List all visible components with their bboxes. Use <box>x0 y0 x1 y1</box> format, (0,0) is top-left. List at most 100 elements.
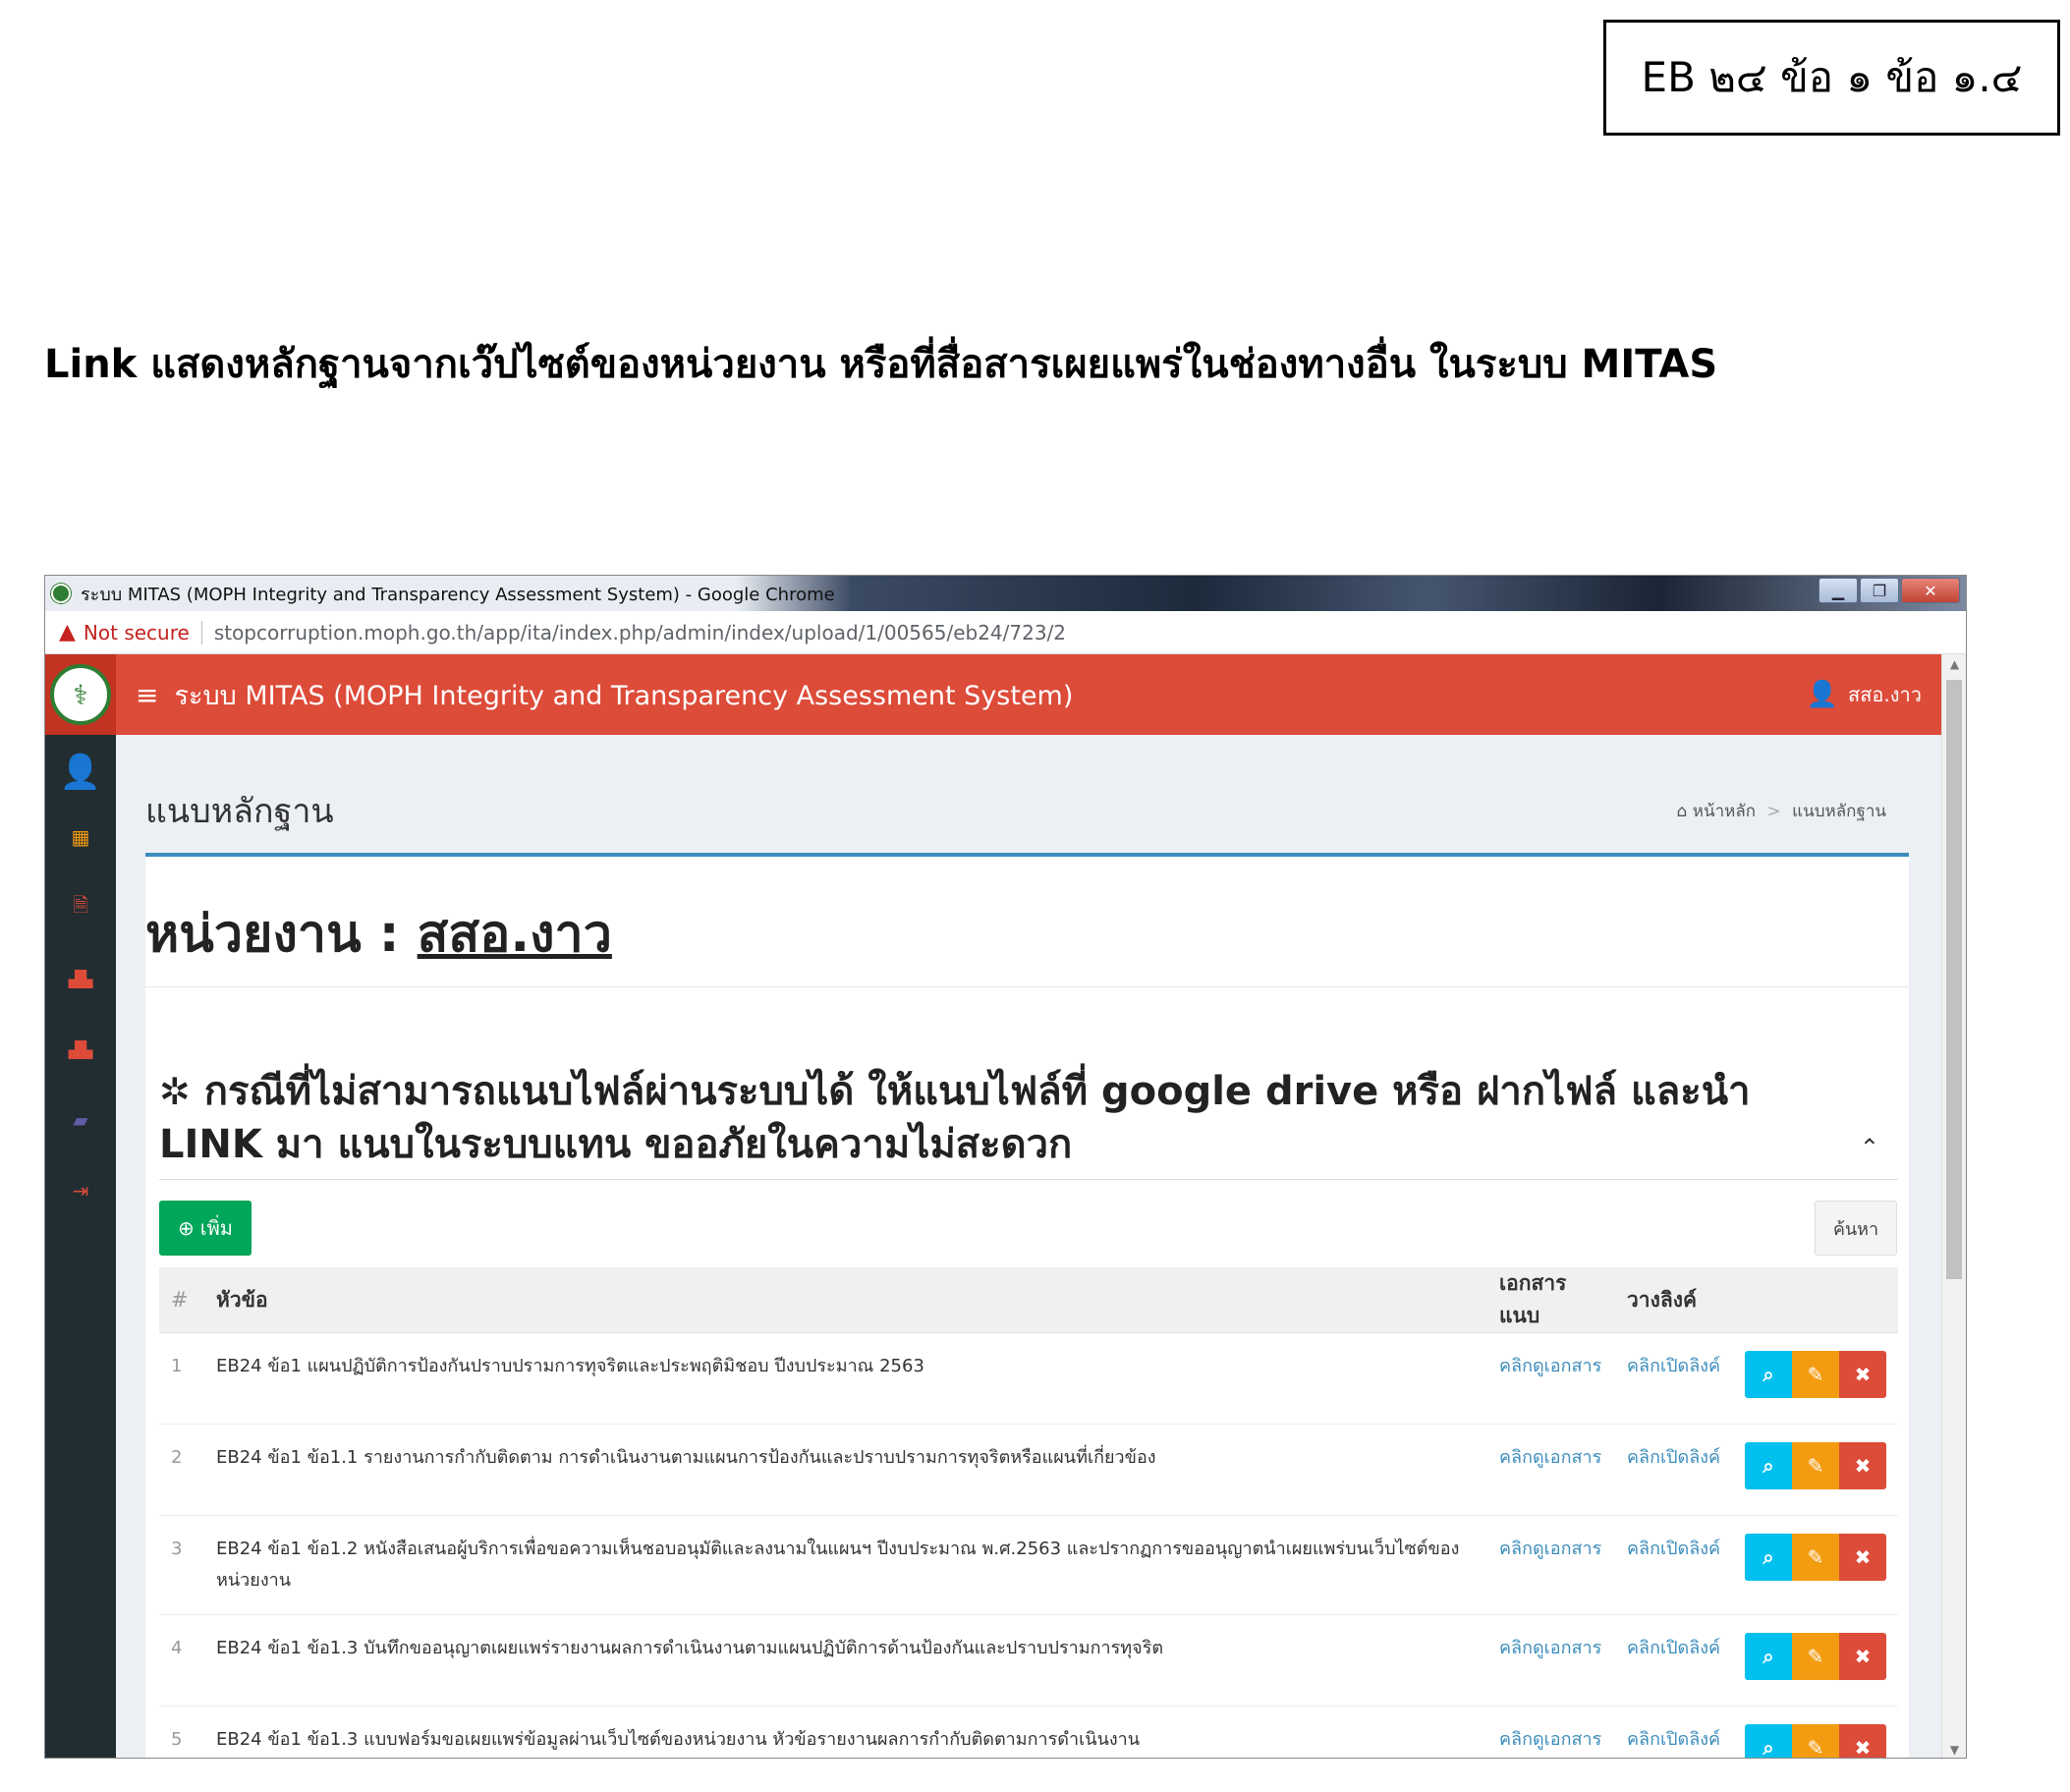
open-link-link[interactable]: คลิกเปิดลิงค์ <box>1615 1614 1733 1707</box>
table-row: 1 EB24 ข้อ1 แผนปฏิบัติการป้องกันปราบปราม… <box>159 1332 1898 1425</box>
notice-divider <box>159 1179 1898 1180</box>
edit-icon[interactable]: ✎ <box>1792 1351 1839 1398</box>
window-titlebar: ระบบ MITAS (MOPH Integrity and Transpare… <box>45 576 1966 611</box>
open-link-link[interactable]: คลิกเปิดลิงค์ <box>1615 1424 1733 1516</box>
user-name: สสอ.งาว <box>1847 683 1922 706</box>
open-link-link[interactable]: คลิกเปิดลิงค์ <box>1615 1332 1733 1425</box>
sidebar-user-icon[interactable]: 👤 <box>45 753 116 792</box>
browser-screenshot: ระบบ MITAS (MOPH Integrity and Transpare… <box>44 575 1967 1759</box>
search-icon[interactable]: ⌕ <box>1745 1534 1792 1581</box>
app-title[interactable]: ระบบ MITAS (MOPH Integrity and Transpare… <box>174 674 1073 716</box>
eb-label: EB ๒๔ ข้อ ๑ ข้อ ๑.๔ <box>1641 53 2023 101</box>
main-content: แนบหลักฐาน ⌂ หน้าหลัก > แนบหลักฐาน หน่วย… <box>116 735 1943 1758</box>
user-menu[interactable]: 👤 สสอ.งาว <box>1807 654 1922 735</box>
search-button[interactable]: ค้นหา <box>1815 1201 1897 1256</box>
edit-icon[interactable]: ✎ <box>1792 1442 1839 1489</box>
row-topic: EB24 ข้อ1 ข้อ1.3 แบบฟอร์มขอเผยแพร่ข้อมูล… <box>204 1706 1487 1758</box>
address-bar[interactable]: ▲ Not secure stopcorruption.moph.go.th/a… <box>45 611 1966 654</box>
col-link-header: วางลิงค์ <box>1615 1267 1733 1333</box>
moph-emblem-icon: ⚕ <box>50 664 111 725</box>
notice-message: กรณีที่ไม่สามารถแนบไฟล์ผ่านระบบได้ ให้แน… <box>159 1069 1751 1167</box>
page-title: แนบหลักฐาน <box>145 792 334 831</box>
breadcrumb-home[interactable]: หน้าหลัก <box>1693 802 1756 821</box>
minimize-button[interactable]: ▁ <box>1818 578 1858 603</box>
row-num: 4 <box>159 1614 204 1707</box>
view-document-link[interactable]: คลิกดูเอกสาร <box>1487 1614 1615 1707</box>
unit-label: หน่วยงาน : <box>145 905 400 964</box>
sidebar-sign-out-icon[interactable]: ⇥ <box>45 1171 116 1210</box>
plus-circle-icon: ⊕ <box>178 1216 195 1240</box>
row-num: 1 <box>159 1332 204 1425</box>
not-secure-label[interactable]: Not secure <box>84 621 190 644</box>
delete-icon[interactable]: ✖ <box>1839 1351 1886 1398</box>
restore-button[interactable]: ❐ <box>1860 578 1899 603</box>
collapse-chevron-up-icon[interactable]: ⌃ <box>1860 1134 1879 1161</box>
unit-heading: หน่วยงาน : สสอ.งาว <box>145 892 612 974</box>
scroll-up-arrow-icon[interactable]: ▲ <box>1942 654 1966 674</box>
view-document-link[interactable]: คลิกดูเอกสาร <box>1487 1706 1615 1758</box>
row-num: 3 <box>159 1515 204 1615</box>
table-row: 3 EB24 ข้อ1 ข้อ1.2 หนังสือเสนอผู้บริการเ… <box>159 1515 1898 1615</box>
search-icon[interactable]: ⌕ <box>1745 1442 1792 1489</box>
view-document-link[interactable]: คลิกดูเอกสาร <box>1487 1515 1615 1615</box>
box-divider <box>145 986 1909 987</box>
scrollbar-thumb[interactable] <box>1946 680 1962 1279</box>
add-button-label: เพิ่ม <box>199 1216 233 1240</box>
view-document-link[interactable]: คลิกดูเอกสาร <box>1487 1332 1615 1425</box>
table-row: 4 EB24 ข้อ1 ข้อ1.3 บันทึกขออนุญาตเผยแพร่… <box>159 1614 1898 1707</box>
breadcrumb-current: แนบหลักฐาน <box>1792 802 1886 821</box>
sidebar-document-icon[interactable]: 🗎 <box>45 888 116 927</box>
row-topic: EB24 ข้อ1 ข้อ1.3 บันทึกขออนุญาตเผยแพร่รา… <box>204 1614 1487 1707</box>
search-icon[interactable]: ⌕ <box>1745 1633 1792 1680</box>
window-title: ระบบ MITAS (MOPH Integrity and Transpare… <box>81 584 835 605</box>
search-icon[interactable]: ⌕ <box>1745 1351 1792 1398</box>
row-actions: ⌕ ✎ ✖ <box>1733 1515 1898 1615</box>
menu-toggle-icon[interactable]: ≡ <box>136 679 158 711</box>
scroll-down-arrow-icon[interactable]: ▼ <box>1942 1740 1966 1758</box>
unit-name-link[interactable]: สสอ.งาว <box>418 905 612 964</box>
row-num: 2 <box>159 1424 204 1516</box>
url-text[interactable]: stopcorruption.moph.go.th/app/ita/index.… <box>214 621 1066 644</box>
sidebar-bar-chart-icon[interactable]: ▟▙ <box>45 959 116 998</box>
delete-icon[interactable]: ✖ <box>1839 1724 1886 1758</box>
close-window-button[interactable]: ✕ <box>1901 578 1960 603</box>
delete-icon[interactable]: ✖ <box>1839 1633 1886 1680</box>
search-icon[interactable]: ⌕ <box>1745 1724 1792 1758</box>
page-scrollbar[interactable]: ▲ ▼ <box>1941 654 1966 1758</box>
web-page: ⚕ ≡ ระบบ MITAS (MOPH Integrity and Trans… <box>45 654 1943 1758</box>
document-heading: Link แสดงหลักฐานจากเว๊ปไซต์ของหน่วยงาน ห… <box>44 342 1718 387</box>
col-topic-header: หัวข้อ <box>204 1267 1487 1333</box>
gear-icon: ✲ <box>159 1070 191 1113</box>
edit-icon[interactable]: ✎ <box>1792 1534 1839 1581</box>
evidence-table: # หัวข้อ เอกสารแนบ วางลิงค์ 1 EB24 ข้อ1 … <box>159 1267 1898 1758</box>
moph-logo[interactable]: ⚕ <box>45 654 116 735</box>
user-icon: 👤 <box>1806 680 1838 709</box>
row-topic: EB24 ข้อ1 ข้อ1.2 หนังสือเสนอผู้บริการเพื… <box>204 1515 1487 1615</box>
sidebar-bar-chart-icon-2[interactable]: ▟▙ <box>45 1030 116 1069</box>
view-document-link[interactable]: คลิกดูเอกสาร <box>1487 1424 1615 1516</box>
col-num-header: # <box>159 1267 204 1333</box>
open-link-link[interactable]: คลิกเปิดลิงค์ <box>1615 1706 1733 1758</box>
sidebar-book-icon[interactable]: ▰ <box>45 1100 116 1140</box>
breadcrumb: ⌂ หน้าหลัก > แนบหลักฐาน <box>1677 798 1886 824</box>
row-topic: EB24 ข้อ1 ข้อ1.1 รายงานการกำกับติดตาม กา… <box>204 1424 1487 1516</box>
top-navbar: ⚕ ≡ ระบบ MITAS (MOPH Integrity and Trans… <box>45 654 1943 735</box>
edit-icon[interactable]: ✎ <box>1792 1633 1839 1680</box>
delete-icon[interactable]: ✖ <box>1839 1534 1886 1581</box>
row-actions: ⌕ ✎ ✖ <box>1733 1424 1898 1516</box>
table-row: 5 EB24 ข้อ1 ข้อ1.3 แบบฟอร์มขอเผยแพร่ข้อม… <box>159 1706 1898 1758</box>
breadcrumb-separator: > <box>1766 802 1781 821</box>
warning-icon: ▲ <box>59 620 76 644</box>
edit-icon[interactable]: ✎ <box>1792 1724 1839 1758</box>
delete-icon[interactable]: ✖ <box>1839 1442 1886 1489</box>
row-actions: ⌕ ✎ ✖ <box>1733 1332 1898 1425</box>
open-link-link[interactable]: คลิกเปิดลิงค์ <box>1615 1515 1733 1615</box>
row-topic: EB24 ข้อ1 แผนปฏิบัติการป้องกันปราบปรามกา… <box>204 1332 1487 1425</box>
window-controls: ▁ ❐ ✕ <box>1818 578 1960 603</box>
row-num: 5 <box>159 1706 204 1758</box>
sidebar-calendar-icon[interactable]: ▦ <box>45 817 116 857</box>
col-actions-header <box>1733 1267 1898 1333</box>
add-button[interactable]: ⊕ เพิ่ม <box>159 1201 252 1256</box>
eb-label-box: EB ๒๔ ข้อ ๑ ข้อ ๑.๔ <box>1603 20 2060 136</box>
table-row: 2 EB24 ข้อ1 ข้อ1.1 รายงานการกำกับติดตาม … <box>159 1424 1898 1516</box>
